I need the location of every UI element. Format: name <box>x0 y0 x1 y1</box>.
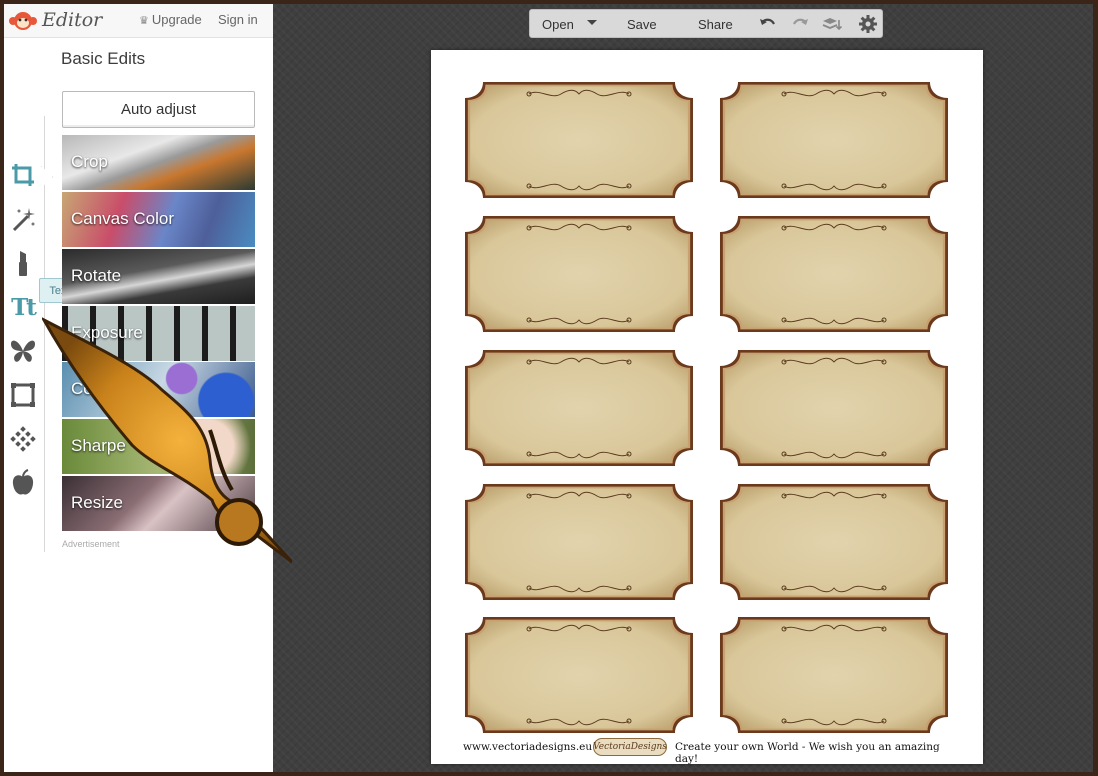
monkey-logo-icon[interactable] <box>8 9 38 33</box>
edit-exposure-label: Exposure <box>71 323 143 342</box>
label-card-art <box>720 484 948 600</box>
edit-resize[interactable]: Resize <box>62 476 255 531</box>
active-tool-pointer <box>41 166 53 188</box>
label-card <box>461 611 697 739</box>
crop-icon <box>12 164 34 186</box>
text-icon: Tt <box>11 293 37 321</box>
share-button[interactable]: Share <box>698 17 733 32</box>
effects-tool-icon[interactable] <box>6 202 40 236</box>
undo-icon[interactable] <box>758 14 778 34</box>
magic-wand-icon <box>12 208 35 232</box>
edit-sharpen[interactable]: Sharpe <box>62 419 255 474</box>
label-card <box>461 210 697 338</box>
label-card-art <box>720 216 948 332</box>
label-card <box>716 76 952 204</box>
edit-crop[interactable]: Crop <box>62 135 255 190</box>
section-title: Basic Edits <box>61 49 146 68</box>
label-card-art <box>465 216 693 332</box>
textures-tool-icon[interactable] <box>6 422 40 456</box>
frames-tool-icon[interactable] <box>6 378 40 412</box>
save-button[interactable]: Save <box>627 17 657 32</box>
gear-icon[interactable] <box>858 14 878 34</box>
edit-sharpen-label: Sharpe <box>71 436 126 455</box>
lipstick-icon <box>19 251 27 276</box>
frame-icon <box>11 383 35 407</box>
redo-icon[interactable] <box>790 14 810 34</box>
editor-app: Editor ♛ Upgrade Sign in Basic Edits Auto… <box>4 4 1093 772</box>
edit-colors[interactable]: Col <box>62 362 255 417</box>
touch-up-tool-icon[interactable] <box>6 246 40 280</box>
label-card-art <box>720 617 948 733</box>
edit-colors-label: Col <box>71 379 97 398</box>
upgrade-label: Upgrade <box>151 12 202 27</box>
open-dropdown-caret-icon[interactable] <box>587 20 597 25</box>
layers-icon[interactable] <box>822 14 842 34</box>
label-card-art <box>465 484 693 600</box>
label-card <box>716 611 952 739</box>
top-toolbar: Open Save Share <box>529 9 883 38</box>
text-tool-icon[interactable]: Tt <box>6 290 40 324</box>
edit-rotate[interactable]: Rotate <box>62 249 255 304</box>
label-card-art <box>720 350 948 466</box>
canvas-image[interactable]: www.vectoriadesigns.eu VectoriaDesigns C… <box>431 50 983 765</box>
butterfly-icon <box>11 340 35 362</box>
label-card-art <box>465 82 693 198</box>
top-bar: Editor ♛ Upgrade Sign in <box>4 4 273 38</box>
page-footer: www.vectoriadesigns.eu VectoriaDesigns C… <box>463 737 953 765</box>
footer-tagline: Create your own World - We wish you an a… <box>675 741 940 765</box>
app-logo-text[interactable]: Editor <box>42 9 102 31</box>
label-card-art <box>720 82 948 198</box>
label-card-art <box>465 617 693 733</box>
left-panel: Editor ♛ Upgrade Sign in Basic Edits Auto… <box>4 4 292 772</box>
edit-canvas-color-label: Canvas Color <box>71 209 174 228</box>
upgrade-link[interactable]: ♛ Upgrade <box>139 12 202 27</box>
label-card <box>716 478 952 606</box>
seasonal-tool-icon[interactable] <box>6 466 40 500</box>
edit-canvas-color[interactable]: Canvas Color <box>62 192 255 247</box>
edit-resize-label: Resize <box>71 493 123 512</box>
edit-crop-label: Crop <box>71 152 108 171</box>
advertisement-label: Advertisement <box>62 539 120 549</box>
open-button[interactable]: Open <box>542 17 574 32</box>
edit-rotate-label: Rotate <box>71 266 122 285</box>
crown-icon: ♛ <box>139 15 149 27</box>
crop-tool-icon[interactable] <box>6 158 40 192</box>
apple-icon <box>12 469 34 495</box>
label-card <box>716 344 952 472</box>
label-card <box>461 344 697 472</box>
label-card <box>716 210 952 338</box>
auto-adjust-button[interactable]: Auto adjust <box>62 91 255 128</box>
label-card <box>461 76 697 204</box>
label-card <box>461 478 697 606</box>
texture-icon <box>10 426 36 452</box>
footer-logo: VectoriaDesigns <box>593 738 667 756</box>
overlays-tool-icon[interactable] <box>6 334 40 368</box>
sign-in-link[interactable]: Sign in <box>218 12 258 27</box>
footer-website: www.vectoriadesigns.eu <box>463 741 593 753</box>
edit-exposure[interactable]: Exposure <box>62 306 255 361</box>
label-card-art <box>465 350 693 466</box>
